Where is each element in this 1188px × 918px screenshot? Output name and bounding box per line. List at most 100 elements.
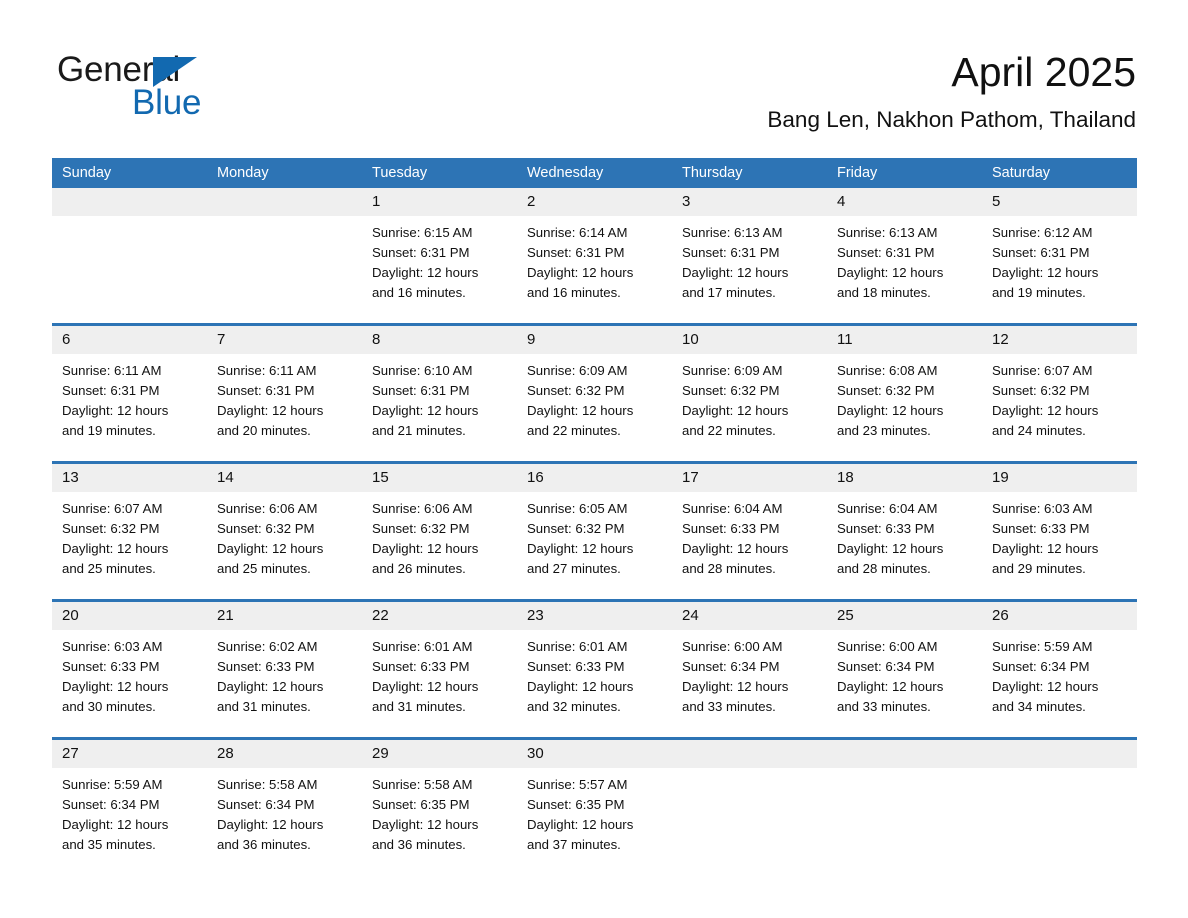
day-number-empty — [827, 740, 982, 768]
day-detail-line: and 24 minutes. — [992, 423, 1086, 438]
day-cell-16[interactable]: Sunrise: 6:05 AM Sunset: 6:32 PM Daylight:… — [517, 492, 672, 599]
day-number-1[interactable]: 1 — [362, 188, 517, 216]
day-cell-21[interactable]: Sunrise: 6:02 AM Sunset: 6:33 PM Daylight:… — [207, 630, 362, 737]
day-cell-13[interactable]: Sunrise: 6:07 AM Sunset: 6:32 PM Daylight:… — [52, 492, 207, 599]
day-number-25[interactable]: 25 — [827, 602, 982, 630]
day-cell-10[interactable]: Sunrise: 6:09 AM Sunset: 6:32 PM Daylight:… — [672, 354, 827, 461]
day-detail-line: Daylight: 12 hours — [837, 403, 944, 418]
day-number-empty — [982, 740, 1137, 768]
day-detail-line: Daylight: 12 hours — [527, 403, 634, 418]
day-detail-line: and 36 minutes. — [217, 837, 311, 852]
day-detail-line: Daylight: 12 hours — [217, 403, 324, 418]
day-number-7[interactable]: 7 — [207, 326, 362, 354]
day-detail-line: Daylight: 12 hours — [62, 679, 169, 694]
day-detail-line: Sunrise: 6:11 AM — [217, 363, 317, 378]
day-number-22[interactable]: 22 — [362, 602, 517, 630]
day-detail-line: and 25 minutes. — [217, 561, 311, 576]
day-cell-17[interactable]: Sunrise: 6:04 AM Sunset: 6:33 PM Daylight:… — [672, 492, 827, 599]
day-number-15[interactable]: 15 — [362, 464, 517, 492]
day-number-21[interactable]: 21 — [207, 602, 362, 630]
day-cell-23[interactable]: Sunrise: 6:01 AM Sunset: 6:33 PM Daylight:… — [517, 630, 672, 737]
day-cell-7[interactable]: Sunrise: 6:11 AM Sunset: 6:31 PM Daylight:… — [207, 354, 362, 461]
logo-text-blue: Blue — [132, 83, 202, 122]
day-number-29[interactable]: 29 — [362, 740, 517, 768]
day-number-14[interactable]: 14 — [207, 464, 362, 492]
day-number-empty — [52, 188, 207, 216]
day-number-20[interactable]: 20 — [52, 602, 207, 630]
day-detail-line: Sunset: 6:35 PM — [372, 797, 470, 812]
day-number-9[interactable]: 9 — [517, 326, 672, 354]
weekday-header-wednesday: Wednesday — [527, 165, 604, 181]
weekday-header-row: Sunday Monday Tuesday Wednesday Thursday Frid… — [52, 158, 1137, 188]
day-detail-line: Sunrise: 6:11 AM — [62, 363, 162, 378]
day-cell-24[interactable]: Sunrise: 6:00 AM Sunset: 6:34 PM Daylight:… — [672, 630, 827, 737]
day-number-12[interactable]: 12 — [982, 326, 1137, 354]
day-cell-1[interactable]: Sunrise: 6:15 AM Sunset: 6:31 PM Daylight:… — [362, 216, 517, 323]
day-cell-12[interactable]: Sunrise: 6:07 AM Sunset: 6:32 PM Daylight:… — [982, 354, 1137, 461]
day-number-28[interactable]: 28 — [207, 740, 362, 768]
day-detail-line: and 19 minutes. — [992, 285, 1086, 300]
day-cell-26[interactable]: Sunrise: 5:59 AM Sunset: 6:34 PM Daylight:… — [982, 630, 1137, 737]
day-detail-line: Sunset: 6:31 PM — [62, 383, 160, 398]
week-day-numbers: 12345 — [52, 188, 1137, 216]
day-cell-14[interactable]: Sunrise: 6:06 AM Sunset: 6:32 PM Daylight:… — [207, 492, 362, 599]
day-number-23[interactable]: 23 — [517, 602, 672, 630]
day-cell-27[interactable]: Sunrise: 5:59 AM Sunset: 6:34 PM Daylight:… — [52, 768, 207, 875]
day-cell-8[interactable]: Sunrise: 6:10 AM Sunset: 6:31 PM Daylight:… — [362, 354, 517, 461]
page-title: April 2025 — [951, 49, 1136, 95]
day-detail-line: Daylight: 12 hours — [682, 265, 789, 280]
day-detail-line: and 20 minutes. — [217, 423, 311, 438]
day-cell-4[interactable]: Sunrise: 6:13 AM Sunset: 6:31 PM Daylight:… — [827, 216, 982, 323]
day-detail-line: Daylight: 12 hours — [62, 403, 169, 418]
day-detail-line: Sunset: 6:32 PM — [682, 383, 780, 398]
day-detail-line: Sunset: 6:32 PM — [217, 521, 315, 536]
day-number-6[interactable]: 6 — [52, 326, 207, 354]
day-number-24[interactable]: 24 — [672, 602, 827, 630]
day-number-17[interactable]: 17 — [672, 464, 827, 492]
day-detail-line: and 33 minutes. — [682, 699, 776, 714]
day-cell-11[interactable]: Sunrise: 6:08 AM Sunset: 6:32 PM Daylight:… — [827, 354, 982, 461]
day-detail-line: Sunset: 6:35 PM — [527, 797, 625, 812]
day-number-3[interactable]: 3 — [672, 188, 827, 216]
day-cell-22[interactable]: Sunrise: 6:01 AM Sunset: 6:33 PM Daylight:… — [362, 630, 517, 737]
day-cell-6[interactable]: Sunrise: 6:11 AM Sunset: 6:31 PM Daylight:… — [52, 354, 207, 461]
day-cell-25[interactable]: Sunrise: 6:00 AM Sunset: 6:34 PM Daylight:… — [827, 630, 982, 737]
day-number-11[interactable]: 11 — [827, 326, 982, 354]
day-cell-19[interactable]: Sunrise: 6:03 AM Sunset: 6:33 PM Daylight:… — [982, 492, 1137, 599]
day-number-10[interactable]: 10 — [672, 326, 827, 354]
day-cell-5[interactable]: Sunrise: 6:12 AM Sunset: 6:31 PM Daylight:… — [982, 216, 1137, 323]
day-number-4[interactable]: 4 — [827, 188, 982, 216]
day-number-30[interactable]: 30 — [517, 740, 672, 768]
day-number-2[interactable]: 2 — [517, 188, 672, 216]
day-number-8[interactable]: 8 — [362, 326, 517, 354]
day-number-27[interactable]: 27 — [52, 740, 207, 768]
day-cell-20[interactable]: Sunrise: 6:03 AM Sunset: 6:33 PM Daylight:… — [52, 630, 207, 737]
day-detail-line: Sunrise: 6:08 AM — [837, 363, 938, 378]
day-cell-28[interactable]: Sunrise: 5:58 AM Sunset: 6:34 PM Daylight:… — [207, 768, 362, 875]
day-number-5[interactable]: 5 — [982, 188, 1137, 216]
day-cell-29[interactable]: Sunrise: 5:58 AM Sunset: 6:35 PM Daylight:… — [362, 768, 517, 875]
day-detail-line: Sunrise: 6:00 AM — [837, 639, 938, 654]
day-cell-30[interactable]: Sunrise: 5:57 AM Sunset: 6:35 PM Daylight:… — [517, 768, 672, 875]
day-detail-line: Daylight: 12 hours — [217, 541, 324, 556]
day-number-18[interactable]: 18 — [827, 464, 982, 492]
day-detail-line: Sunrise: 6:02 AM — [217, 639, 318, 654]
day-number-26[interactable]: 26 — [982, 602, 1137, 630]
day-cell-9[interactable]: Sunrise: 6:09 AM Sunset: 6:32 PM Daylight:… — [517, 354, 672, 461]
day-number-19[interactable]: 19 — [982, 464, 1137, 492]
day-detail-line: Daylight: 12 hours — [837, 541, 944, 556]
day-number-13[interactable]: 13 — [52, 464, 207, 492]
day-detail-line: Sunrise: 6:12 AM — [992, 225, 1093, 240]
day-cell-18[interactable]: Sunrise: 6:04 AM Sunset: 6:33 PM Daylight:… — [827, 492, 982, 599]
day-cell-3[interactable]: Sunrise: 6:13 AM Sunset: 6:31 PM Daylight:… — [672, 216, 827, 323]
day-detail-line: and 27 minutes. — [527, 561, 621, 576]
calendar-page: General Blue April 2025 Bang Len, Nakhon… — [0, 0, 1188, 918]
day-cell-2[interactable]: Sunrise: 6:14 AM Sunset: 6:31 PM Daylight:… — [517, 216, 672, 323]
day-detail-line: Sunset: 6:34 PM — [62, 797, 160, 812]
day-detail-line: and 19 minutes. — [62, 423, 156, 438]
day-cell-15[interactable]: Sunrise: 6:06 AM Sunset: 6:32 PM Daylight:… — [362, 492, 517, 599]
day-detail-line: and 28 minutes. — [837, 561, 931, 576]
day-number-16[interactable]: 16 — [517, 464, 672, 492]
week-day-details: Sunrise: 6:11 AM Sunset: 6:31 PM Daylight:… — [52, 354, 1137, 461]
calendar-week-row: 6 7 8 9 10 11 12 Sunrise: 6:11 AM Sunset: 6:31 P… — [52, 323, 1137, 461]
